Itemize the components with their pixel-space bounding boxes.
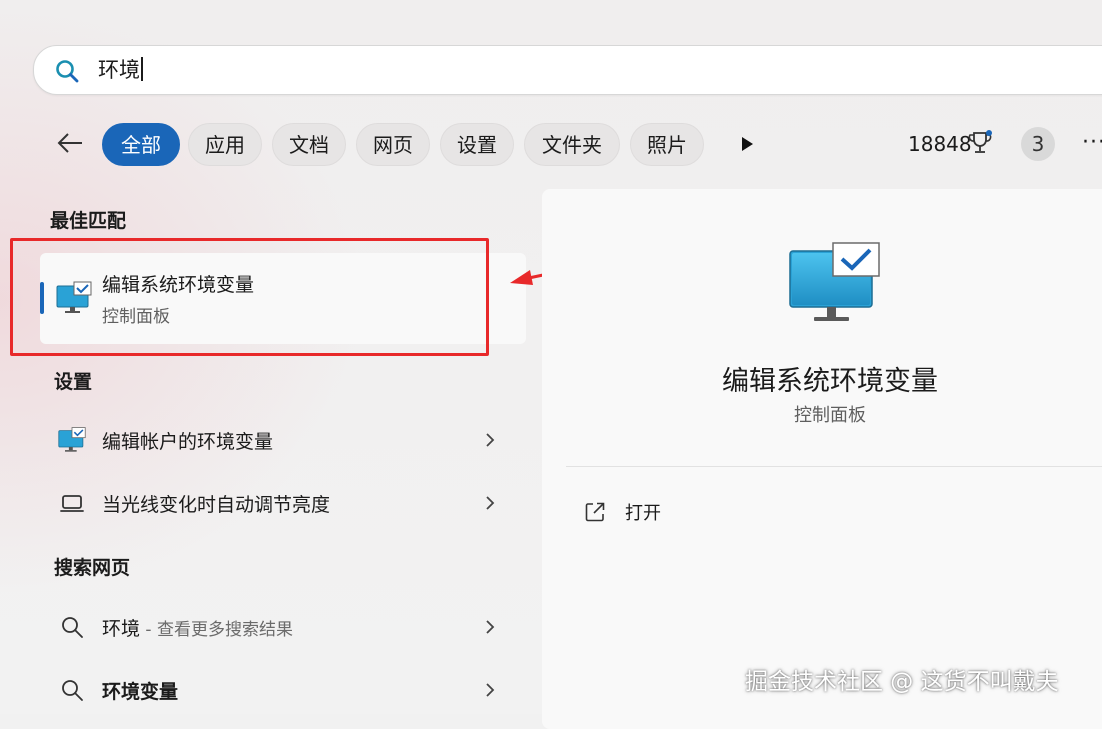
filter-chip-apps[interactable]: 应用 bbox=[188, 123, 262, 166]
watermark: 掘金技术社区 @ 这货不叫戴夫 bbox=[745, 669, 1059, 695]
chevron-right-icon bbox=[486, 496, 495, 510]
avatar[interactable]: 3 bbox=[1021, 127, 1055, 161]
filter-chip-all[interactable]: 全部 bbox=[102, 123, 180, 166]
filter-chip-documents[interactable]: 文档 bbox=[272, 123, 346, 166]
annotation-highlight-box bbox=[10, 238, 489, 356]
trophy-icon[interactable] bbox=[968, 130, 992, 156]
divider bbox=[566, 466, 1102, 467]
laptop-icon bbox=[60, 495, 84, 512]
filter-chip-web[interactable]: 网页 bbox=[356, 123, 430, 166]
filter-chip-settings[interactable]: 设置 bbox=[440, 123, 514, 166]
web-search-item[interactable]: 环境变量 bbox=[50, 670, 510, 710]
details-title: 编辑系统环境变量 bbox=[722, 366, 938, 397]
search-input[interactable]: 环境 bbox=[98, 56, 143, 84]
settings-item-edit-account-env[interactable]: 编辑帐户的环境变量 bbox=[50, 420, 510, 460]
settings-heading: 设置 bbox=[54, 371, 93, 393]
web-search-item[interactable]: 环境 - 查看更多搜索结果 bbox=[50, 607, 510, 647]
web-search-label: 环境变量 bbox=[102, 681, 179, 703]
open-external-icon bbox=[585, 502, 605, 522]
settings-item-label: 当光线变化时自动调节亮度 bbox=[102, 494, 331, 516]
more-filters-arrow-icon[interactable] bbox=[740, 136, 754, 152]
search-icon bbox=[62, 680, 83, 701]
back-arrow-icon[interactable] bbox=[55, 128, 85, 158]
filter-chip-photos[interactable]: 照片 bbox=[630, 123, 704, 166]
search-icon bbox=[62, 617, 83, 638]
web-search-suffix: - 查看更多搜索结果 bbox=[140, 620, 293, 640]
chevron-right-icon bbox=[486, 433, 495, 447]
details-subtitle: 控制面板 bbox=[794, 405, 866, 426]
settings-item-label: 编辑帐户的环境变量 bbox=[102, 431, 274, 453]
chevron-right-icon bbox=[486, 620, 495, 634]
chevron-right-icon bbox=[486, 683, 495, 697]
rewards-points[interactable]: 18848 bbox=[908, 130, 972, 158]
search-box[interactable]: 环境 bbox=[33, 45, 1102, 95]
search-icon bbox=[56, 60, 79, 83]
monitor-checkmark-icon bbox=[789, 242, 880, 321]
filter-chip-folders[interactable]: 文件夹 bbox=[524, 123, 620, 166]
best-match-heading: 最佳匹配 bbox=[50, 210, 127, 232]
web-search-heading: 搜索网页 bbox=[54, 557, 131, 579]
open-label: 打开 bbox=[625, 503, 661, 524]
settings-item-adaptive-brightness[interactable]: 当光线变化时自动调节亮度 bbox=[50, 483, 510, 523]
details-panel: 编辑系统环境变量 控制面板 打开 bbox=[542, 189, 1102, 729]
text-caret bbox=[141, 57, 143, 81]
open-action[interactable]: 打开 bbox=[580, 495, 780, 527]
web-search-label: 环境 - 查看更多搜索结果 bbox=[102, 618, 293, 640]
more-options-icon[interactable]: ··· bbox=[1082, 128, 1102, 158]
monitor-checkmark-icon bbox=[58, 427, 86, 452]
